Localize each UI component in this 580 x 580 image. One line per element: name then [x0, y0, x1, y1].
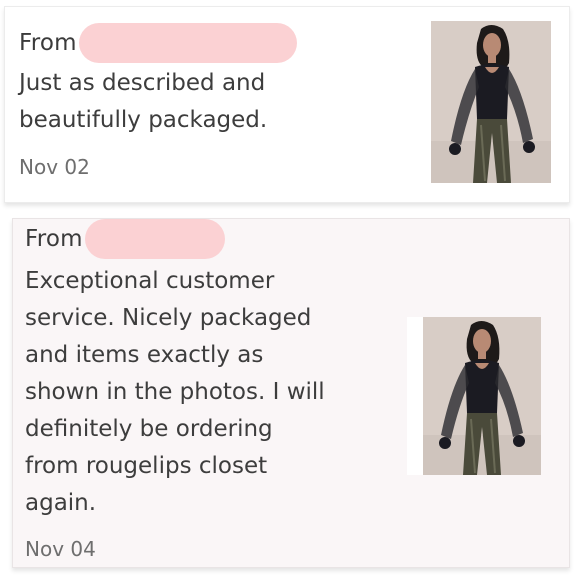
- review-card[interactable]: From Exceptional customer service. Nicel…: [12, 218, 570, 568]
- review-text: Just as described and beautifully packag…: [19, 70, 268, 133]
- from-label: From: [25, 226, 83, 252]
- from-label: From: [19, 30, 77, 56]
- review-text: Exceptional customer service. Nicely pac…: [25, 268, 325, 516]
- review-date: Nov 04: [25, 537, 96, 561]
- review-from-row: From: [19, 23, 297, 63]
- review-date: Nov 02: [19, 155, 90, 179]
- product-photo-icon[interactable]: [407, 317, 541, 475]
- review-card[interactable]: From Just as described and beautifully p…: [4, 6, 570, 203]
- review-from-row: From: [25, 219, 225, 259]
- redacted-reviewer-name: [84, 219, 225, 259]
- redacted-reviewer-name: [78, 23, 297, 63]
- reviews-page: From Just as described and beautifully p…: [0, 0, 580, 580]
- product-photo-icon[interactable]: [431, 21, 551, 183]
